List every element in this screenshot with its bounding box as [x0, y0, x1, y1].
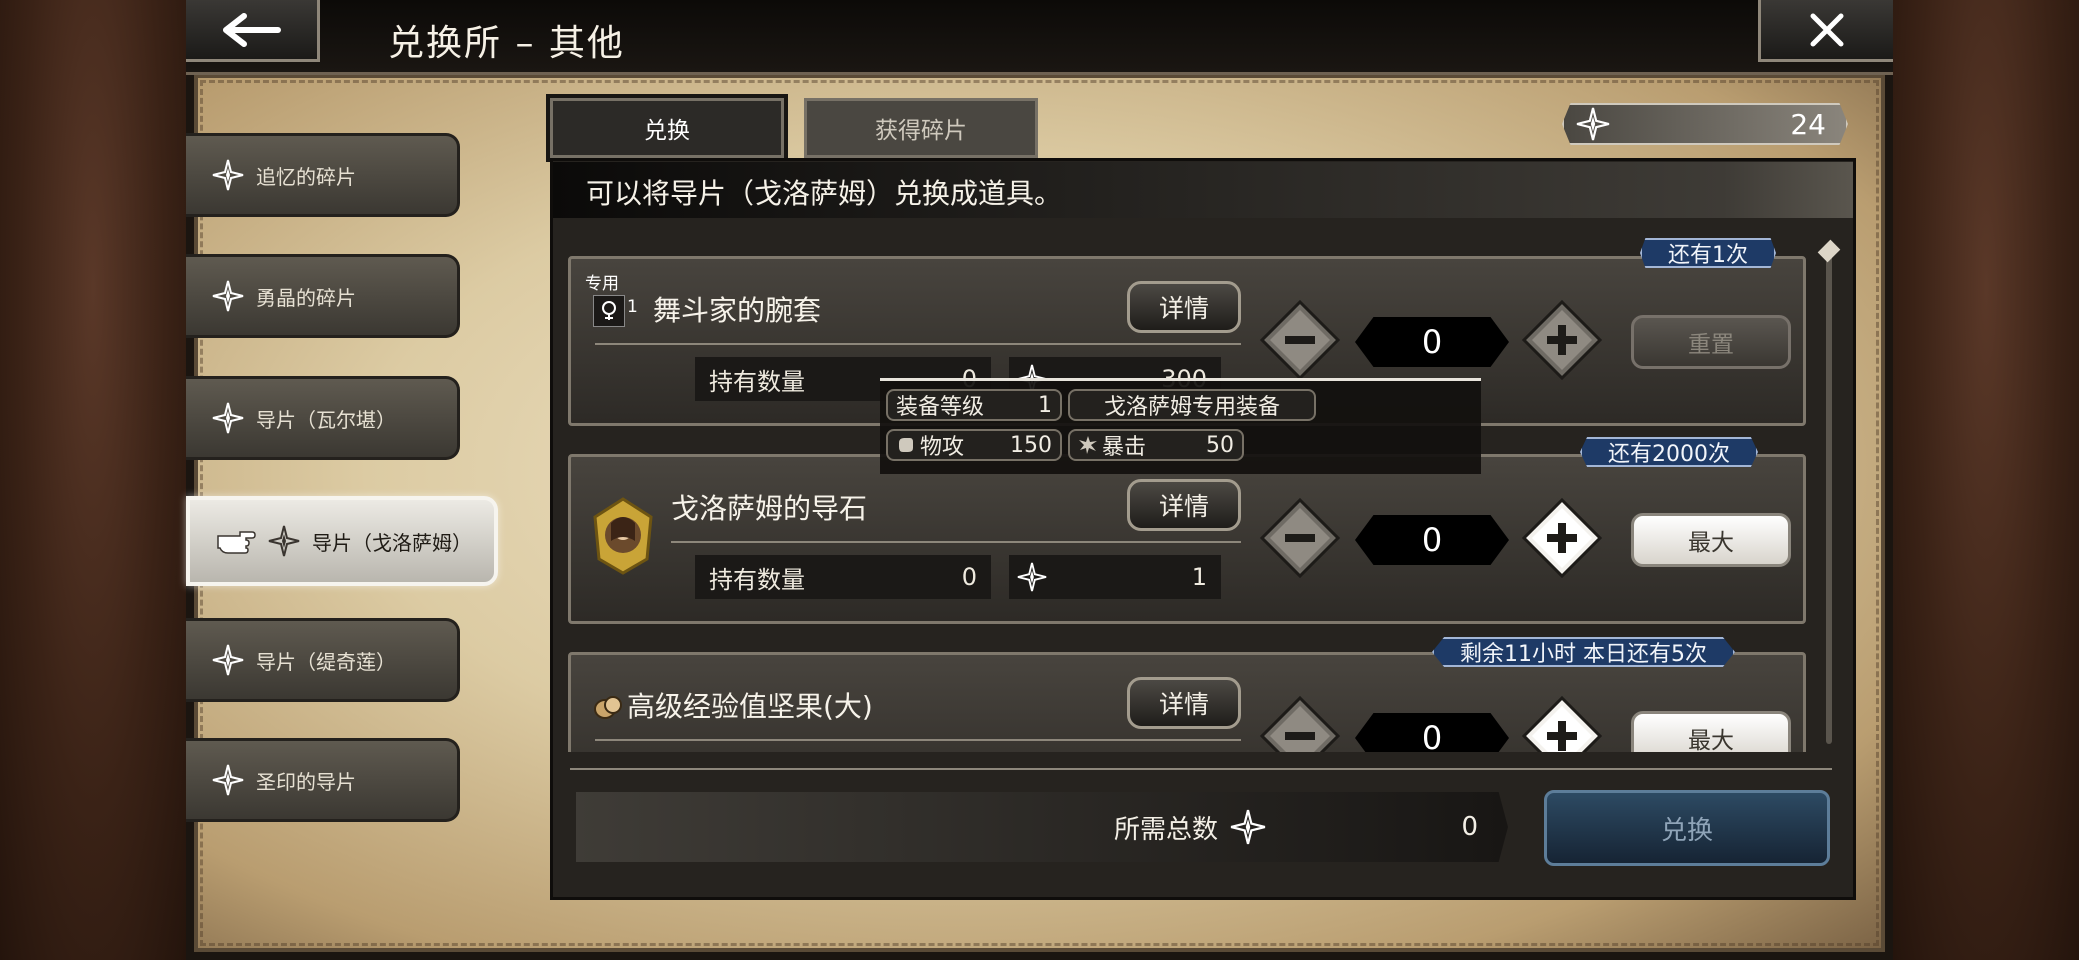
- sidebar-item-label: 导片（戈洛萨姆）: [312, 530, 472, 555]
- exchange-button[interactable]: 兑换: [1544, 790, 1830, 866]
- minus-icon: [1259, 299, 1341, 381]
- exclusive-equip-text: 戈洛萨姆专用装备: [1103, 395, 1280, 420]
- owned-count: 持有数量 0: [695, 555, 991, 599]
- max-button[interactable]: 最大: [1631, 711, 1791, 752]
- sidebar-item-brave-crystal-fragment[interactable]: 勇晶的碎片: [186, 254, 460, 338]
- list-item: 戈洛萨姆的导石 详情 持有数量 0 1 0 最大: [568, 454, 1806, 624]
- exchange-list[interactable]: 专用 1 舞斗家的腕套 详情 持有数量 0 300 0 重置 戈洛萨姆的导石 详…: [568, 236, 1838, 752]
- page-title: 兑换所 – 其他: [388, 23, 625, 64]
- background-left: [0, 0, 186, 960]
- limit-badge: 剩余11小时 本日还有5次: [1432, 637, 1735, 667]
- detail-button[interactable]: 详情: [1127, 281, 1241, 333]
- crit-cell: 暴击 50: [1068, 429, 1244, 461]
- item-name: 戈洛萨姆的导石: [671, 492, 868, 525]
- sidebar-item-label: 导片（瓦尔堪）: [256, 407, 396, 432]
- shard-sparkle-icon: [1576, 107, 1610, 141]
- total-value: 0: [1461, 812, 1478, 842]
- detail-button[interactable]: 详情: [1127, 479, 1241, 531]
- phys-atk-label: 物攻: [920, 435, 965, 460]
- quantity-value: 0: [1355, 317, 1509, 367]
- sidebar-item-guide-tikilen[interactable]: 导片（缇奇莲）: [186, 618, 460, 702]
- decrease-button[interactable]: [1259, 497, 1341, 579]
- equip-level-cell: 装备等级 1: [886, 389, 1062, 421]
- divider: [570, 768, 1832, 770]
- owned-value: 0: [961, 563, 977, 591]
- minus-icon: [1259, 695, 1341, 752]
- quantity-value: 0: [1355, 713, 1509, 752]
- scrollbar-track[interactable]: [1826, 252, 1832, 744]
- limit-badge: 还有1次: [1640, 238, 1776, 268]
- owned-label: 持有数量: [709, 367, 805, 396]
- back-button[interactable]: [186, 0, 320, 62]
- cost-box: 1: [1009, 555, 1221, 599]
- plus-icon: [1521, 497, 1603, 579]
- item-name: 高级经验值坚果(大): [627, 690, 873, 723]
- item-name: 舞斗家的腕套: [653, 294, 822, 327]
- panel-description: 可以将导片（戈洛萨姆）兑换成道具。: [586, 177, 1063, 210]
- shard-sparkle-icon: [268, 525, 300, 557]
- divider: [595, 739, 1241, 741]
- divider: [595, 343, 1241, 345]
- shard-sparkle-icon: [212, 644, 244, 676]
- equip-level-value: 1: [1038, 392, 1052, 418]
- tab-exchange[interactable]: 兑换: [546, 94, 788, 162]
- arrow-left-icon: [222, 12, 281, 47]
- list-item: 高级经验值坚果(大) 详情 0 最大: [568, 652, 1806, 752]
- sidebar-item-label: 勇晶的碎片: [256, 285, 356, 310]
- plus-icon: [1521, 695, 1603, 752]
- reset-button[interactable]: 重置: [1631, 315, 1791, 369]
- sidebar-item-label: 圣印的导片: [256, 769, 356, 794]
- decrease-button[interactable]: [1259, 299, 1341, 381]
- item-stats-tooltip: 装备等级 1 戈洛萨姆专用装备 物攻 150 暴击 50: [880, 378, 1481, 474]
- currency-display: 24: [1562, 103, 1848, 145]
- fist-icon: [899, 438, 913, 452]
- crit-burst-icon: [1079, 436, 1097, 454]
- shard-sparkle-icon: [212, 159, 244, 191]
- sidebar-item-seal-guide[interactable]: 圣印的导片: [186, 738, 460, 822]
- detail-button[interactable]: 详情: [1127, 677, 1241, 729]
- sidebar-item-label: 导片（缇奇莲）: [256, 649, 396, 674]
- sidebar-item-guide-vulcan[interactable]: 导片（瓦尔堪）: [186, 376, 460, 460]
- phys-atk-cell: 物攻 150: [886, 429, 1062, 461]
- tab-get-fragments[interactable]: 获得碎片: [804, 98, 1038, 158]
- shard-sparkle-icon: [212, 402, 244, 434]
- gauntlet-item-icon: [593, 295, 625, 327]
- minus-icon: [1259, 497, 1341, 579]
- owned-label: 持有数量: [709, 565, 805, 594]
- shard-sparkle-icon: [1017, 562, 1047, 592]
- phys-atk-value: 150: [1010, 432, 1052, 458]
- cost-value: 1: [1191, 563, 1207, 591]
- background-right: [1893, 0, 2079, 960]
- shard-sparkle-icon: [212, 764, 244, 796]
- sidebar-item-memory-fragment[interactable]: 追忆的碎片: [186, 133, 460, 217]
- decrease-button[interactable]: [1259, 695, 1341, 752]
- limit-badge: 还有2000次: [1580, 437, 1758, 467]
- item-level: 1: [627, 297, 638, 317]
- total-required-bar: 所需总数 0: [576, 792, 1508, 862]
- nut-item-icon: [593, 693, 623, 721]
- crit-value: 50: [1206, 432, 1234, 458]
- close-icon: [1810, 13, 1844, 46]
- crit-label: 暴击: [1102, 435, 1147, 460]
- sidebar-item-label: 追忆的碎片: [256, 164, 356, 189]
- quantity-value: 0: [1355, 515, 1509, 565]
- shard-sparkle-icon: [1230, 809, 1266, 845]
- increase-button[interactable]: [1521, 497, 1603, 579]
- pointing-hand-icon: [217, 531, 256, 554]
- increase-button[interactable]: [1521, 695, 1603, 752]
- total-label: 所需总数: [1113, 814, 1218, 845]
- sidebar-item-guide-golossam[interactable]: 导片（戈洛萨姆）: [186, 496, 498, 586]
- currency-amount: 24: [1790, 107, 1826, 141]
- shard-sparkle-icon: [212, 280, 244, 312]
- close-button[interactable]: [1758, 0, 1893, 62]
- max-button[interactable]: 最大: [1631, 513, 1791, 567]
- plus-icon: [1521, 299, 1603, 381]
- exclusive-equip-cell: 戈洛萨姆专用装备: [1068, 389, 1316, 421]
- exclusive-label: 专用: [585, 274, 619, 294]
- guide-stone-icon: [591, 497, 655, 575]
- equip-level-label: 装备等级: [896, 395, 985, 420]
- increase-button[interactable]: [1521, 299, 1603, 381]
- divider: [671, 541, 1241, 543]
